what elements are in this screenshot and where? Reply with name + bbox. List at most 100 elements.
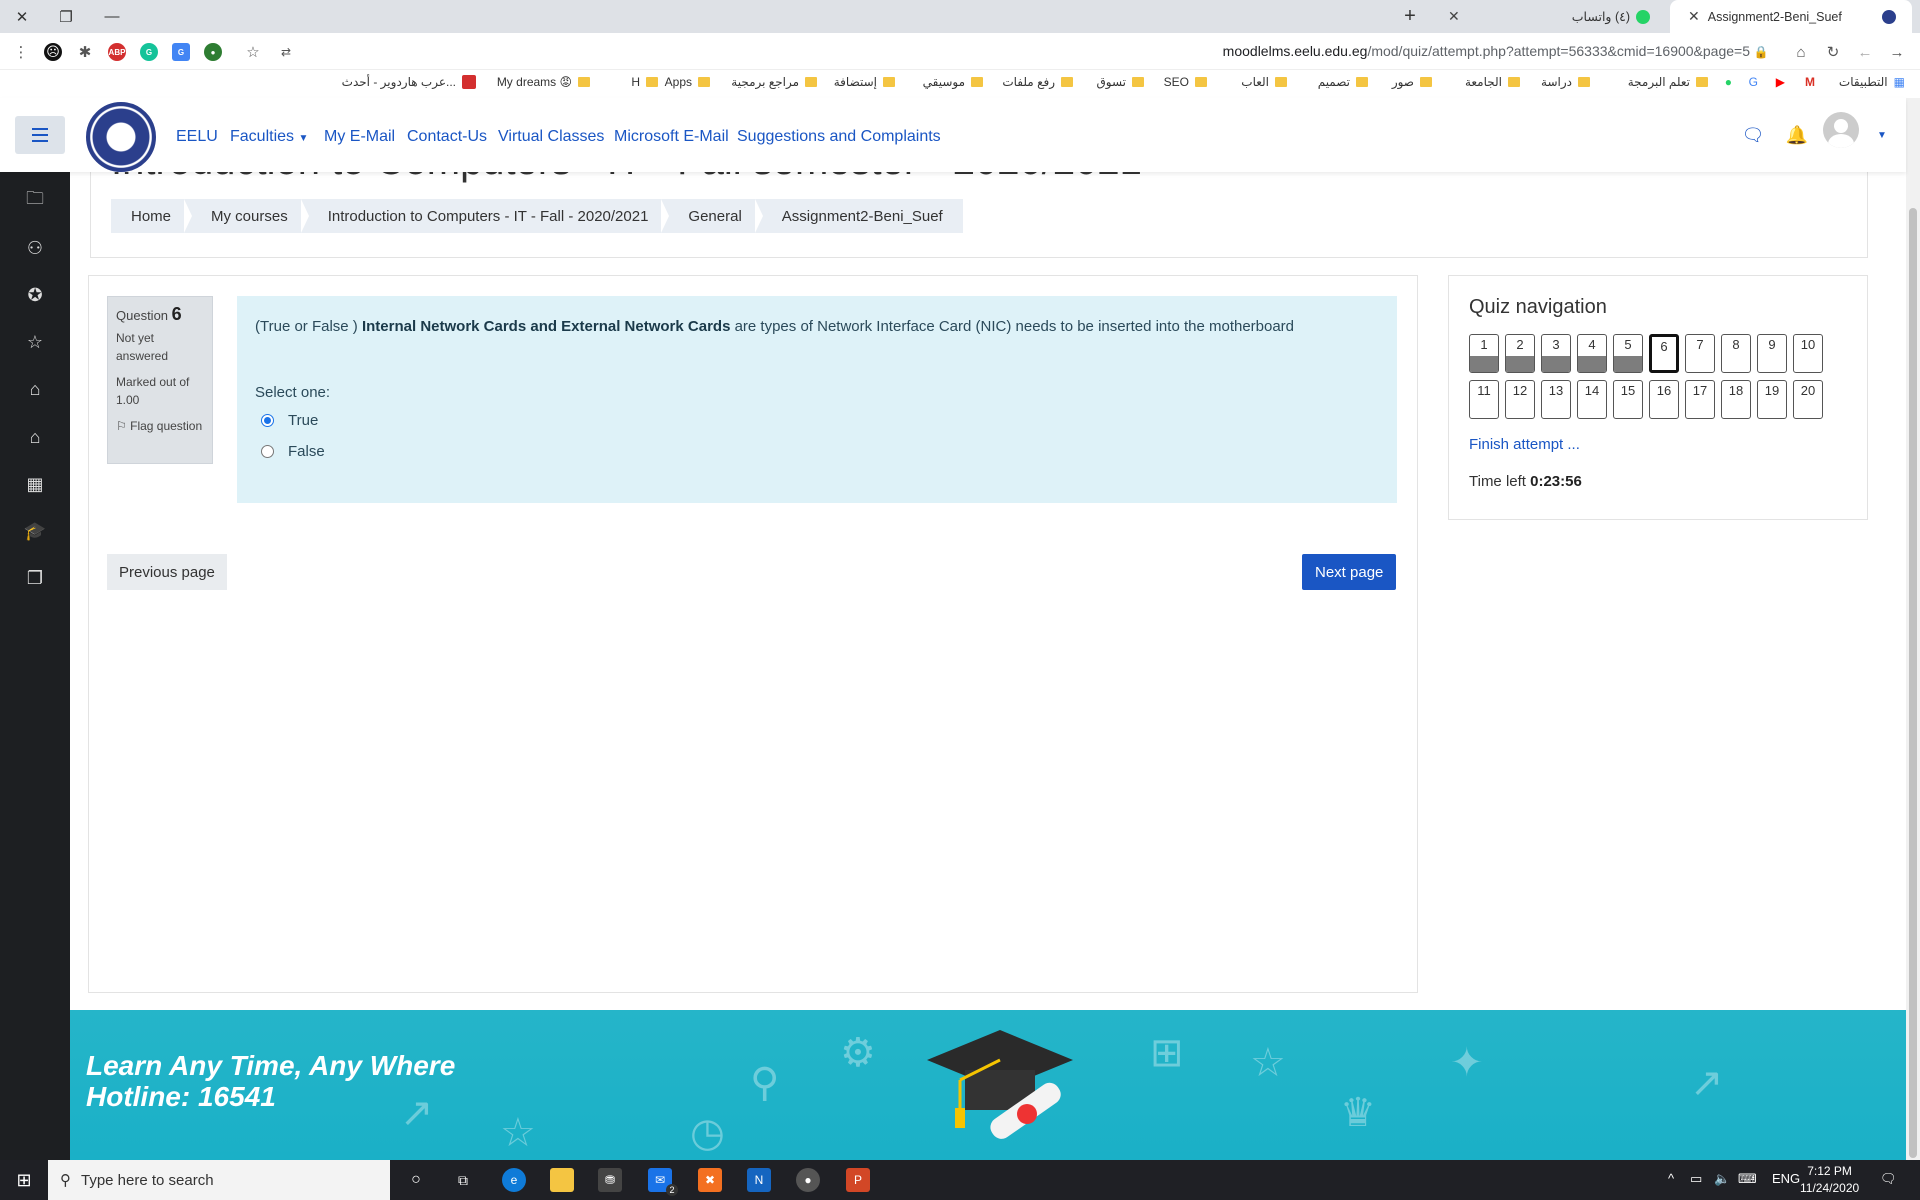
home-icon[interactable]: ⌂: [1790, 41, 1812, 63]
translate-page-icon[interactable]: ⇄: [275, 41, 297, 63]
translate-icon[interactable]: G: [172, 43, 190, 61]
notifications-icon[interactable]: 🗨: [1880, 1171, 1897, 1187]
quiz-nav-question-2[interactable]: 2: [1505, 334, 1535, 373]
bookmark-folder[interactable]: تعلم البرمجة: [1628, 75, 1708, 89]
quiz-nav-question-9[interactable]: 9: [1757, 334, 1787, 373]
bookmark-folder[interactable]: H: [631, 75, 658, 89]
quiz-nav-question-6[interactable]: 6: [1649, 334, 1679, 373]
powerpoint-icon[interactable]: P: [846, 1168, 870, 1192]
bookmark-folder[interactable]: My dreams 😡: [497, 75, 590, 89]
new-tab-icon[interactable]: +: [1388, 0, 1432, 33]
radio-false[interactable]: [261, 445, 274, 458]
badges-icon[interactable]: ✪: [22, 282, 48, 308]
menu-kebab-icon[interactable]: ⋮: [10, 41, 32, 63]
breadcrumb-assignment[interactable]: Assignment2-Beni_Suef: [762, 199, 963, 233]
quiz-nav-question-1[interactable]: 1: [1469, 334, 1499, 373]
windows-start-icon[interactable]: ⊞: [12, 1168, 36, 1192]
nav-virtual-classes[interactable]: Virtual Classes: [498, 128, 604, 146]
nav-eelu[interactable]: EELU: [176, 128, 218, 146]
quiz-nav-question-17[interactable]: 17: [1685, 380, 1715, 419]
breadcrumb-general[interactable]: General: [668, 199, 764, 233]
close-window-icon[interactable]: ✕: [0, 0, 44, 33]
quiz-nav-question-10[interactable]: 10: [1793, 334, 1823, 373]
profile-emoji-icon[interactable]: ☹: [44, 43, 62, 61]
quiz-nav-question-19[interactable]: 19: [1757, 380, 1787, 419]
tab-assignment[interactable]: ✕ Assignment2-Beni_Suef: [1670, 0, 1912, 33]
task-view-icon[interactable]: ⧉: [451, 1168, 475, 1192]
user-menu-caret-icon[interactable]: ▼: [1870, 123, 1894, 147]
finish-attempt-link[interactable]: Finish attempt ...: [1469, 436, 1580, 453]
nav-suggestions[interactable]: Suggestions and Complaints: [737, 128, 941, 146]
nav-faculties[interactable]: Faculties ▼: [230, 128, 308, 146]
notepad-icon[interactable]: N: [747, 1168, 771, 1192]
quiz-nav-question-11[interactable]: 11: [1469, 380, 1499, 419]
bookmark-folder[interactable]: إستضافة: [834, 75, 895, 89]
quiz-nav-question-16[interactable]: 16: [1649, 380, 1679, 419]
participants-icon[interactable]: ⚇: [22, 235, 48, 261]
restore-window-icon[interactable]: ❐: [44, 0, 88, 33]
minimize-window-icon[interactable]: —: [90, 0, 134, 33]
quiz-nav-question-8[interactable]: 8: [1721, 334, 1751, 373]
volume-icon[interactable]: 🔈: [1714, 1171, 1730, 1187]
tab-whatsapp[interactable]: (٤) واتساب ✕: [1430, 0, 1666, 33]
grammarly-icon[interactable]: G: [140, 43, 158, 61]
files-icon[interactable]: ❐: [22, 565, 48, 591]
bookmark-folder[interactable]: دراسة: [1541, 75, 1590, 89]
quiz-nav-question-20[interactable]: 20: [1793, 380, 1823, 419]
taskbar-clock[interactable]: 7:12 PM 11/24/2020: [1800, 1163, 1859, 1197]
back-icon[interactable]: →: [1886, 41, 1908, 63]
next-page-button[interactable]: Next page: [1302, 554, 1397, 590]
notifications-bell-icon[interactable]: 🔔: [1785, 123, 1809, 147]
bookmark-folder[interactable]: رفع ملفات: [1002, 75, 1073, 89]
lock-icon[interactable]: 🔒: [1750, 41, 1772, 63]
bookmark-whatsapp[interactable]: ●: [1725, 75, 1732, 89]
nav-microsoft-email[interactable]: Microsoft E-Mail: [614, 128, 729, 146]
breadcrumb-course[interactable]: Introduction to Computers - IT - Fall - …: [308, 199, 670, 233]
bookmark-arabhardware[interactable]: عرب هاردوير - أحدث...: [342, 75, 476, 89]
quiz-nav-question-5[interactable]: 5: [1613, 334, 1643, 373]
quiz-nav-question-4[interactable]: 4: [1577, 334, 1607, 373]
quiz-nav-question-12[interactable]: 12: [1505, 380, 1535, 419]
previous-page-button[interactable]: Previous page: [107, 554, 227, 590]
nav-my-email[interactable]: My E-Mail: [324, 128, 395, 146]
bookmark-folder[interactable]: موسيقي: [923, 75, 983, 89]
quiz-nav-question-7[interactable]: 7: [1685, 334, 1715, 373]
answer-option-false[interactable]: False: [261, 443, 325, 460]
messages-icon[interactable]: 🗨: [1741, 123, 1765, 147]
breadcrumb-home[interactable]: Home: [111, 199, 193, 233]
store-icon[interactable]: ⛃: [598, 1168, 622, 1192]
reload-icon[interactable]: ↻: [1822, 41, 1844, 63]
graduation-cap-icon[interactable]: 🎓: [22, 518, 48, 544]
edge-icon[interactable]: e: [502, 1168, 526, 1192]
drawer-toggle-button[interactable]: [15, 116, 65, 154]
bookmark-folder[interactable]: تسوق: [1096, 75, 1144, 89]
flag-question-link[interactable]: ⚐ Flag question: [116, 417, 204, 435]
quiz-nav-question-14[interactable]: 14: [1577, 380, 1607, 419]
user-avatar[interactable]: [1823, 112, 1859, 148]
mail-icon[interactable]: ✉ 2: [648, 1168, 678, 1196]
competencies-star-icon[interactable]: ☆: [22, 329, 48, 355]
eelu-logo[interactable]: [86, 102, 156, 172]
language-indicator[interactable]: ENG: [1772, 1171, 1800, 1186]
taskbar-search-input[interactable]: ⚲ Type here to search: [48, 1160, 390, 1200]
answer-option-true[interactable]: True: [261, 412, 318, 429]
scrollbar-thumb[interactable]: [1909, 208, 1917, 1158]
bookmark-folder[interactable]: العاب: [1241, 75, 1287, 89]
extension-globe-icon[interactable]: ●: [204, 43, 222, 61]
url-field[interactable]: moodlelms.eelu.edu.eg/mod/quiz/attempt.p…: [1223, 43, 1750, 59]
quiz-nav-question-15[interactable]: 15: [1613, 380, 1643, 419]
dashboard-home-icon[interactable]: ⌂: [22, 376, 48, 402]
cortana-icon[interactable]: ○: [404, 1168, 428, 1192]
adblock-icon[interactable]: ABP: [108, 43, 126, 61]
bookmark-gmail[interactable]: M: [1805, 75, 1815, 89]
bookmark-star-icon[interactable]: ☆: [242, 41, 264, 63]
extensions-icon[interactable]: ✱: [74, 41, 96, 63]
close-tab-icon[interactable]: ✕: [1688, 8, 1700, 25]
bookmark-folder[interactable]: صور: [1392, 75, 1432, 89]
bookmark-apps[interactable]: التطبيقات ▦: [1839, 75, 1905, 89]
bookmark-youtube[interactable]: ▶: [1776, 75, 1785, 89]
breadcrumb-my-courses[interactable]: My courses: [191, 199, 309, 233]
quiz-nav-question-13[interactable]: 13: [1541, 380, 1571, 419]
bookmark-folder[interactable]: تصميم: [1318, 75, 1368, 89]
close-tab-icon[interactable]: ✕: [1448, 8, 1460, 25]
